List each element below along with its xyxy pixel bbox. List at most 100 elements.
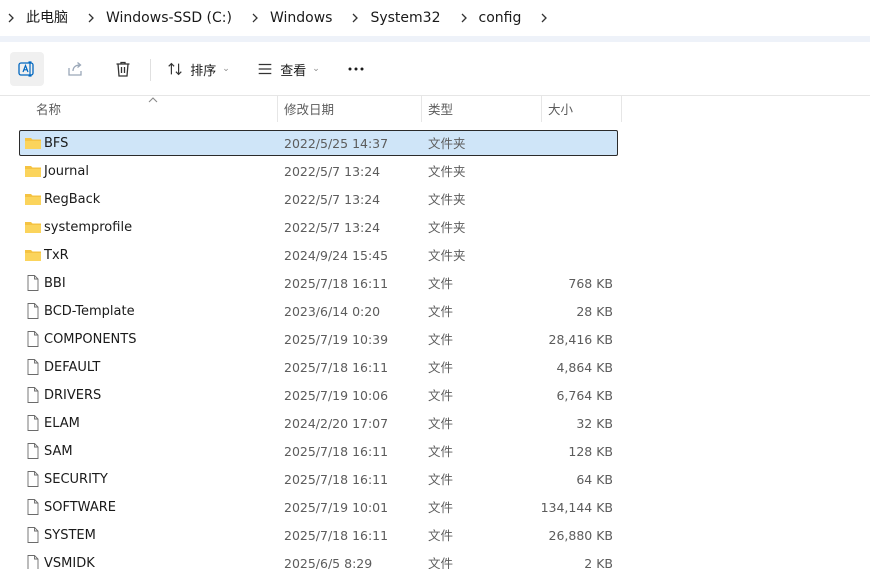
file-modified: 2023/6/14 0:20 (284, 304, 381, 319)
file-row[interactable]: SYSTEM 2025/7/18 16:11 文件 26,880 KB (19, 522, 618, 548)
file-size: 64 KB (576, 472, 613, 487)
chevron-right-icon[interactable] (344, 0, 366, 36)
file-row[interactable]: BCD-Template 2023/6/14 0:20 文件 28 KB (19, 298, 618, 324)
file-row[interactable]: BFS 2022/5/25 14:37 文件夹 (19, 130, 618, 156)
file-modified: 2025/7/18 16:11 (284, 472, 389, 487)
folder-icon (25, 250, 41, 261)
file-size: 32 KB (576, 416, 613, 431)
file-size: 28,416 KB (548, 332, 613, 347)
file-modified: 2022/5/7 13:24 (284, 164, 381, 179)
file-modified: 2025/7/19 10:06 (284, 388, 389, 403)
sort-label: 排序 (190, 63, 217, 79)
column-header: 名称 修改日期 类型 大小 (0, 96, 870, 124)
breadcrumb-item-this-pc[interactable]: 此电脑 (22, 0, 80, 36)
sort-icon (168, 62, 182, 76)
more-icon (348, 67, 364, 71)
file-modified: 2025/7/19 10:01 (284, 500, 389, 515)
file-modified: 2025/7/18 16:11 (284, 444, 389, 459)
chevron-down-icon: ⌄ (222, 64, 230, 74)
column-divider[interactable] (421, 96, 422, 122)
file-name: Journal (44, 164, 89, 179)
breadcrumb-item-system32[interactable]: System32 (366, 0, 452, 36)
file-type: 文件 (428, 472, 454, 487)
column-divider[interactable] (277, 96, 278, 122)
file-icon (27, 499, 39, 515)
column-header-size[interactable]: 大小 (548, 96, 573, 124)
rename-button[interactable] (10, 52, 44, 86)
file-size: 28 KB (576, 304, 613, 319)
command-bar: 排序 ⌄ 查看 ⌄ (0, 42, 870, 96)
file-type: 文件 (428, 332, 454, 347)
file-type: 文件 (428, 388, 454, 403)
file-row[interactable]: RegBack 2022/5/7 13:24 文件夹 (19, 186, 618, 212)
file-row[interactable]: systemprofile 2022/5/7 13:24 文件夹 (19, 214, 618, 240)
column-header-type[interactable]: 类型 (428, 96, 453, 124)
file-type: 文件夹 (428, 220, 466, 235)
file-name: SECURITY (44, 472, 108, 487)
file-type: 文件夹 (428, 192, 466, 207)
delete-button[interactable] (106, 52, 140, 86)
chevron-right-icon[interactable] (453, 0, 475, 36)
file-type: 文件 (428, 416, 454, 431)
view-button[interactable]: 查看 ⌄ (248, 52, 328, 86)
file-row[interactable]: TxR 2024/9/24 15:45 文件夹 (19, 242, 618, 268)
folder-icon (25, 166, 41, 177)
view-icon (258, 63, 272, 75)
file-row[interactable]: DRIVERS 2025/7/19 10:06 文件 6,764 KB (19, 382, 618, 408)
file-row[interactable]: SAM 2025/7/18 16:11 文件 128 KB (19, 438, 618, 464)
file-type: 文件夹 (428, 164, 466, 179)
file-row[interactable]: COMPONENTS 2025/7/19 10:39 文件 28,416 KB (19, 326, 618, 352)
file-icon (27, 555, 39, 569)
folder-icon (25, 222, 41, 233)
file-icon (27, 275, 39, 291)
file-icon (27, 331, 39, 347)
file-size: 6,764 KB (556, 388, 613, 403)
file-type: 文件 (428, 276, 454, 291)
column-divider[interactable] (541, 96, 542, 122)
chevron-right-icon[interactable] (244, 0, 266, 36)
rename-icon (18, 61, 34, 77)
breadcrumb-item-windows[interactable]: Windows (266, 0, 345, 36)
file-type: 文件 (428, 556, 454, 569)
share-icon (68, 62, 82, 76)
file-name: BFS (44, 136, 69, 151)
breadcrumb-item-drive[interactable]: Windows-SSD (C:) (102, 0, 244, 36)
toolbar-separator (150, 59, 151, 81)
file-name: DEFAULT (44, 360, 101, 375)
address-bar[interactable]: 此电脑 Windows-SSD (C:) Windows System32 co… (0, 0, 870, 38)
column-divider[interactable] (621, 96, 622, 122)
file-modified: 2025/6/5 8:29 (284, 556, 373, 569)
breadcrumb-item-config[interactable]: config (475, 0, 534, 36)
file-type: 文件夹 (428, 248, 466, 263)
file-icon (27, 387, 39, 403)
file-row[interactable]: ELAM 2024/2/20 17:07 文件 32 KB (19, 410, 618, 436)
chevron-right-icon[interactable] (533, 0, 555, 36)
file-type: 文件 (428, 500, 454, 515)
file-row[interactable]: Journal 2022/5/7 13:24 文件夹 (19, 158, 618, 184)
column-header-name[interactable]: 名称 (36, 96, 61, 124)
file-icon (27, 359, 39, 375)
file-type: 文件夹 (428, 136, 466, 151)
file-modified: 2025/7/18 16:11 (284, 360, 389, 375)
file-name: systemprofile (44, 220, 133, 235)
file-row[interactable]: SOFTWARE 2025/7/19 10:01 文件 134,144 KB (19, 494, 618, 520)
file-row[interactable]: BBI 2025/7/18 16:11 文件 768 KB (19, 270, 618, 296)
share-button[interactable] (58, 52, 92, 86)
chevron-right-icon[interactable] (80, 0, 102, 36)
file-modified: 2022/5/25 14:37 (284, 136, 389, 151)
chevron-right-icon[interactable] (0, 0, 22, 36)
column-header-modified[interactable]: 修改日期 (284, 96, 334, 124)
file-name: ELAM (44, 416, 80, 431)
file-icon (27, 443, 39, 459)
folder-icon (25, 138, 41, 149)
sort-button[interactable]: 排序 ⌄ (158, 52, 238, 86)
file-name: RegBack (44, 192, 101, 207)
file-row[interactable]: DEFAULT 2025/7/18 16:11 文件 4,864 KB (19, 354, 618, 380)
more-options-button[interactable] (338, 52, 374, 86)
file-name: BBI (44, 276, 66, 291)
file-row[interactable]: VSMIDK 2025/6/5 8:29 文件 2 KB (19, 550, 618, 569)
file-modified: 2022/5/7 13:24 (284, 220, 381, 235)
file-row[interactable]: SECURITY 2025/7/18 16:11 文件 64 KB (19, 466, 618, 492)
file-icon (27, 303, 39, 319)
file-size: 26,880 KB (548, 528, 613, 543)
